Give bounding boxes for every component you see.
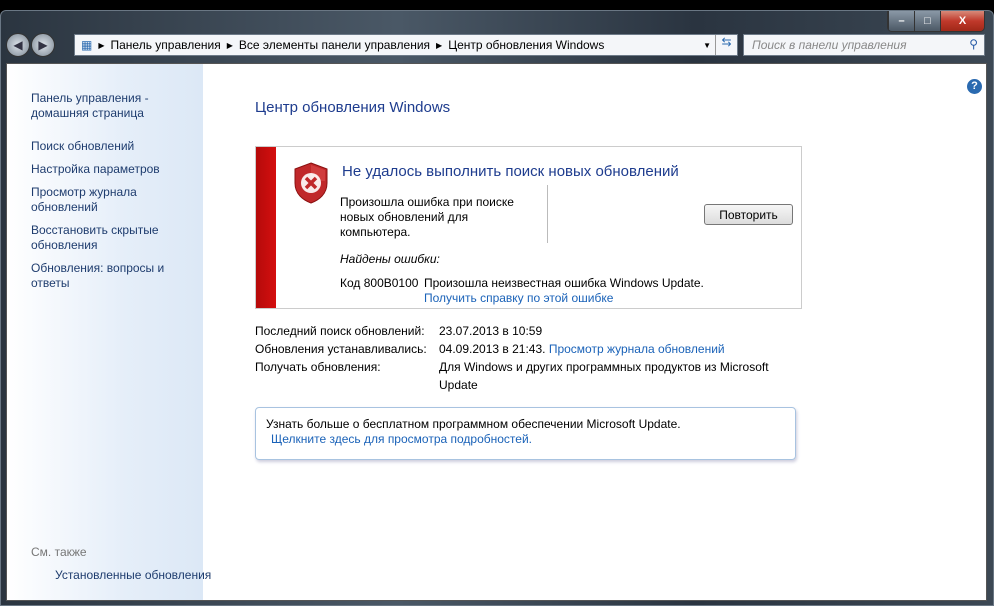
- info-value: 23.07.2013 в 10:59: [439, 324, 543, 338]
- search-placeholder: Поиск в панели управления: [752, 38, 907, 52]
- breadcrumb-item[interactable]: Панель управления: [111, 38, 221, 52]
- forward-button[interactable]: ▶: [31, 33, 55, 57]
- sidebar: Панель управления - домашняя страница По…: [7, 64, 211, 600]
- error-description: Произошла ошибка при поиске новых обновл…: [340, 195, 514, 239]
- refresh-icon[interactable]: ⇆: [715, 35, 737, 55]
- minimize-button[interactable]: –: [888, 11, 914, 31]
- errors-found-label: Найдены ошибки:: [340, 252, 440, 266]
- info-value: Для Windows и других программных продукт…: [439, 360, 769, 392]
- window-controls: – □ X: [887, 11, 985, 32]
- info-value: 04.09.2013 в 21:43.: [439, 342, 546, 356]
- sidebar-item-check-updates[interactable]: Поиск обновлений: [31, 139, 191, 154]
- chevron-right-icon: ▶: [226, 40, 233, 50]
- error-bar: [256, 147, 276, 308]
- error-heading: Не удалось выполнить поиск новых обновле…: [342, 163, 679, 180]
- see-also-label: См. также: [31, 545, 87, 559]
- sidebar-item-faq[interactable]: Обновления: вопросы и ответы: [31, 261, 191, 291]
- nav-buttons: ◀ ▶: [6, 33, 55, 57]
- address-bar[interactable]: ▦ ▶ Панель управления ▶ Все элементы пан…: [74, 34, 738, 56]
- promo-text: Узнать больше о бесплатном программном о…: [266, 417, 681, 431]
- sidebar-item-settings[interactable]: Настройка параметров: [31, 162, 191, 177]
- info-label: Последний поиск обновлений:: [255, 324, 425, 338]
- sidebar-item-history[interactable]: Просмотр журнала обновлений: [31, 185, 191, 215]
- info-label: Получать обновления:: [255, 360, 381, 374]
- promo-link[interactable]: Щелкните здесь для просмотра подробносте…: [271, 432, 532, 446]
- control-panel-icon: ▦: [81, 38, 93, 52]
- info-row: Получать обновления: Для Windows и других…: [255, 358, 805, 394]
- info-row: Обновления устанавливались: 04.09.2013 в …: [255, 340, 805, 358]
- sidebar-item-installed-updates[interactable]: Установленные обновления: [55, 568, 215, 583]
- back-button[interactable]: ◀: [6, 33, 30, 57]
- chevron-right-icon: ▶: [98, 40, 105, 50]
- sidebar-item-restore-hidden[interactable]: Восстановить скрытые обновления: [31, 223, 191, 253]
- error-panel: Не удалось выполнить поиск новых обновле…: [255, 146, 802, 309]
- help-icon[interactable]: ?: [967, 79, 982, 94]
- breadcrumb-item[interactable]: Все элементы панели управления: [239, 38, 430, 52]
- view-history-link[interactable]: Просмотр журнала обновлений: [549, 342, 725, 356]
- content-area: Панель управления - домашняя страница По…: [6, 63, 987, 601]
- update-info: Последний поиск обновлений: 23.07.2013 в …: [255, 322, 805, 394]
- page-title: Центр обновления Windows: [255, 99, 451, 116]
- error-code: Код 800B0100: [340, 276, 419, 290]
- divider: [547, 185, 548, 243]
- search-icon[interactable]: ⚲: [969, 37, 978, 51]
- maximize-button[interactable]: □: [914, 11, 940, 31]
- error-message: Произошла неизвестная ошибка Windows Upd…: [424, 276, 704, 290]
- info-row: Последний поиск обновлений: 23.07.2013 в …: [255, 322, 805, 340]
- chevron-down-icon[interactable]: ▼: [703, 41, 711, 50]
- breadcrumb-item[interactable]: Центр обновления Windows: [448, 38, 604, 52]
- info-label: Обновления устанавливались:: [255, 342, 427, 356]
- error-help-link[interactable]: Получить справку по этой ошибке: [424, 291, 613, 305]
- sidebar-item-home[interactable]: Панель управления - домашняя страница: [31, 91, 191, 121]
- error-shield-icon: [294, 162, 328, 204]
- chevron-right-icon: ▶: [436, 40, 443, 50]
- microsoft-update-promo: Узнать больше о бесплатном программном о…: [255, 407, 796, 460]
- search-input[interactable]: Поиск в панели управления ⚲: [743, 34, 985, 56]
- retry-button[interactable]: Повторить: [704, 204, 793, 225]
- close-button[interactable]: X: [940, 11, 984, 31]
